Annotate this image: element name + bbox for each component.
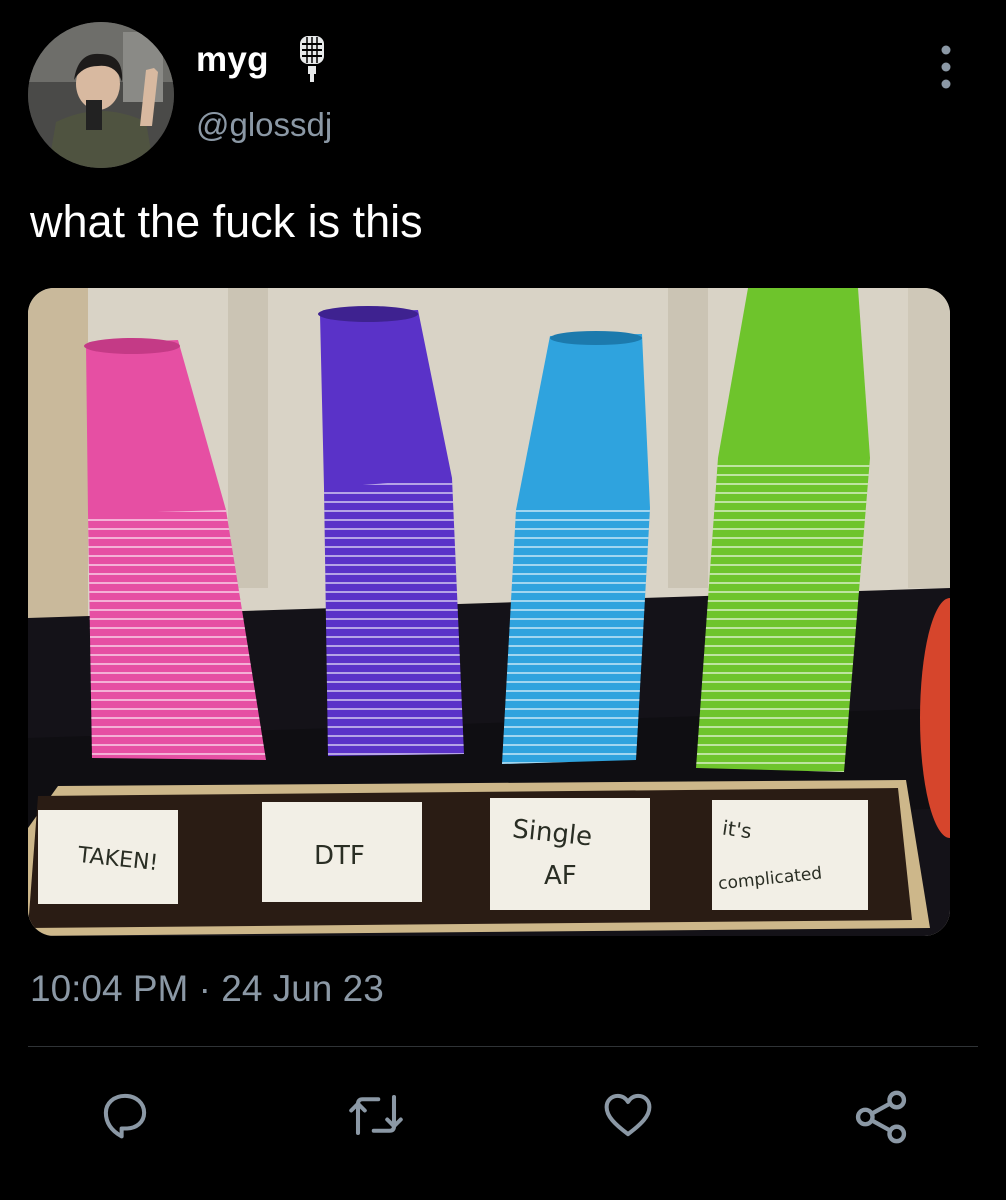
tweet-text: what the fuck is this (30, 196, 423, 247)
retweet-icon[interactable] (346, 1088, 406, 1147)
tweet-date: 24 Jun 23 (221, 968, 384, 1009)
share-icon[interactable] (852, 1088, 910, 1151)
more-vertical-icon[interactable] (926, 42, 966, 97)
handle[interactable]: @glossdj (196, 106, 332, 144)
like-icon[interactable] (600, 1088, 656, 1147)
microphone-icon (296, 34, 328, 89)
label-its: it's (721, 816, 753, 844)
display-name[interactable]: myg (196, 40, 269, 80)
avatar[interactable] (28, 22, 174, 168)
timestamp-separator: · (198, 968, 211, 1009)
divider (28, 1046, 978, 1047)
tweet-time: 10:04 PM (30, 968, 189, 1009)
tweet-timestamp[interactable]: 10:04 PM · 24 Jun 23 (30, 968, 384, 1010)
label-af: AF (544, 861, 577, 891)
label-dtf: DTF (314, 841, 365, 871)
reply-icon[interactable] (98, 1088, 152, 1147)
tweet-image[interactable]: TAKEN! DTF Single AF it's complicated (28, 288, 950, 936)
